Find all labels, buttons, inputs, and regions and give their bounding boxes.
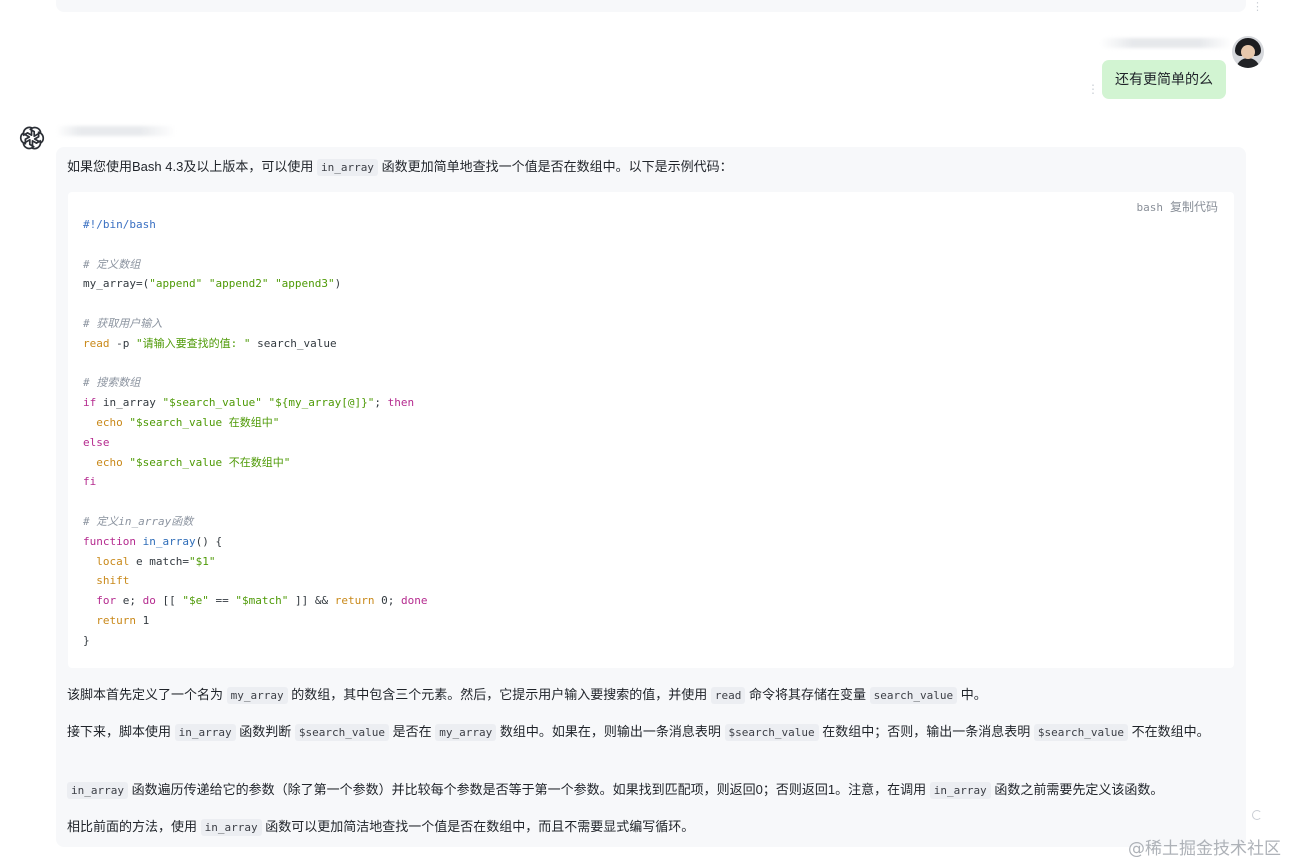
inline-code: in_array — [67, 782, 128, 799]
code-comment: # 定义数组 — [83, 257, 141, 271]
answer-intro: 如果您使用Bash 4.3及以上版本，可以使用 in_array 函数更加简单地… — [67, 159, 733, 176]
answer-paragraph: 该脚本首先定义了一个名为 my_array 的数组，其中包含三个元素。然后，它提… — [67, 687, 987, 704]
user-name-blurred — [1100, 38, 1232, 48]
copy-code-button[interactable]: 复制代码 — [1170, 200, 1218, 214]
code-content: #!/bin/bash # 定义数组 my_array=("append" "a… — [83, 218, 428, 647]
inline-code: in_array — [200, 819, 262, 836]
answer-paragraph: in_array 函数遍历传递给它的参数（除了第一个参数）并比较每个参数是否等于… — [67, 779, 1163, 801]
previous-message-bubble — [56, 0, 1246, 12]
inline-code: in_array — [316, 159, 378, 176]
code-line: #!/bin/bash — [83, 218, 156, 231]
user-avatar — [1232, 36, 1264, 68]
inline-code: $search_value — [1033, 724, 1128, 741]
inline-code: my_array — [435, 724, 497, 741]
loading-icon — [1252, 810, 1262, 820]
openai-logo-icon — [17, 124, 47, 152]
more-icon[interactable]: ⋮ — [1252, 0, 1263, 13]
code-comment: # 搜索数组 — [83, 376, 141, 390]
inline-code: $search_value — [294, 724, 389, 741]
inline-code: in_array — [929, 782, 991, 799]
answer-paragraph: 接下来，脚本使用 in_array 函数判断 $search_value 是否在… — [67, 724, 1210, 741]
answer-paragraph: 相比前面的方法，使用 in_array 函数可以更加简洁地查找一个值是否在数组中… — [67, 819, 695, 836]
inline-code: my_array — [226, 687, 288, 704]
inline-code: $search_value — [724, 724, 819, 741]
code-block-header: bash 复制代码 — [1136, 198, 1218, 215]
code-language-label: bash — [1136, 201, 1163, 214]
vertical-dots-icon[interactable]: ⋮ — [1087, 83, 1099, 95]
code-block: bash 复制代码 #!/bin/bash # 定义数组 my_array=("a… — [68, 192, 1234, 668]
inline-code: search_value — [869, 687, 958, 704]
code-comment: # 获取用户输入 — [83, 316, 163, 330]
code-comment: # 定义in_array函数 — [83, 514, 194, 528]
inline-code: read — [710, 687, 746, 704]
assistant-name-blurred — [56, 126, 176, 136]
assistant-answer: 如果您使用Bash 4.3及以上版本，可以使用 in_array 函数更加简单地… — [56, 147, 1246, 847]
inline-code: in_array — [174, 724, 236, 741]
watermark: @稀土掘金技术社区 — [1128, 839, 1281, 859]
user-message-bubble: 还有更简单的么 — [1102, 60, 1226, 99]
